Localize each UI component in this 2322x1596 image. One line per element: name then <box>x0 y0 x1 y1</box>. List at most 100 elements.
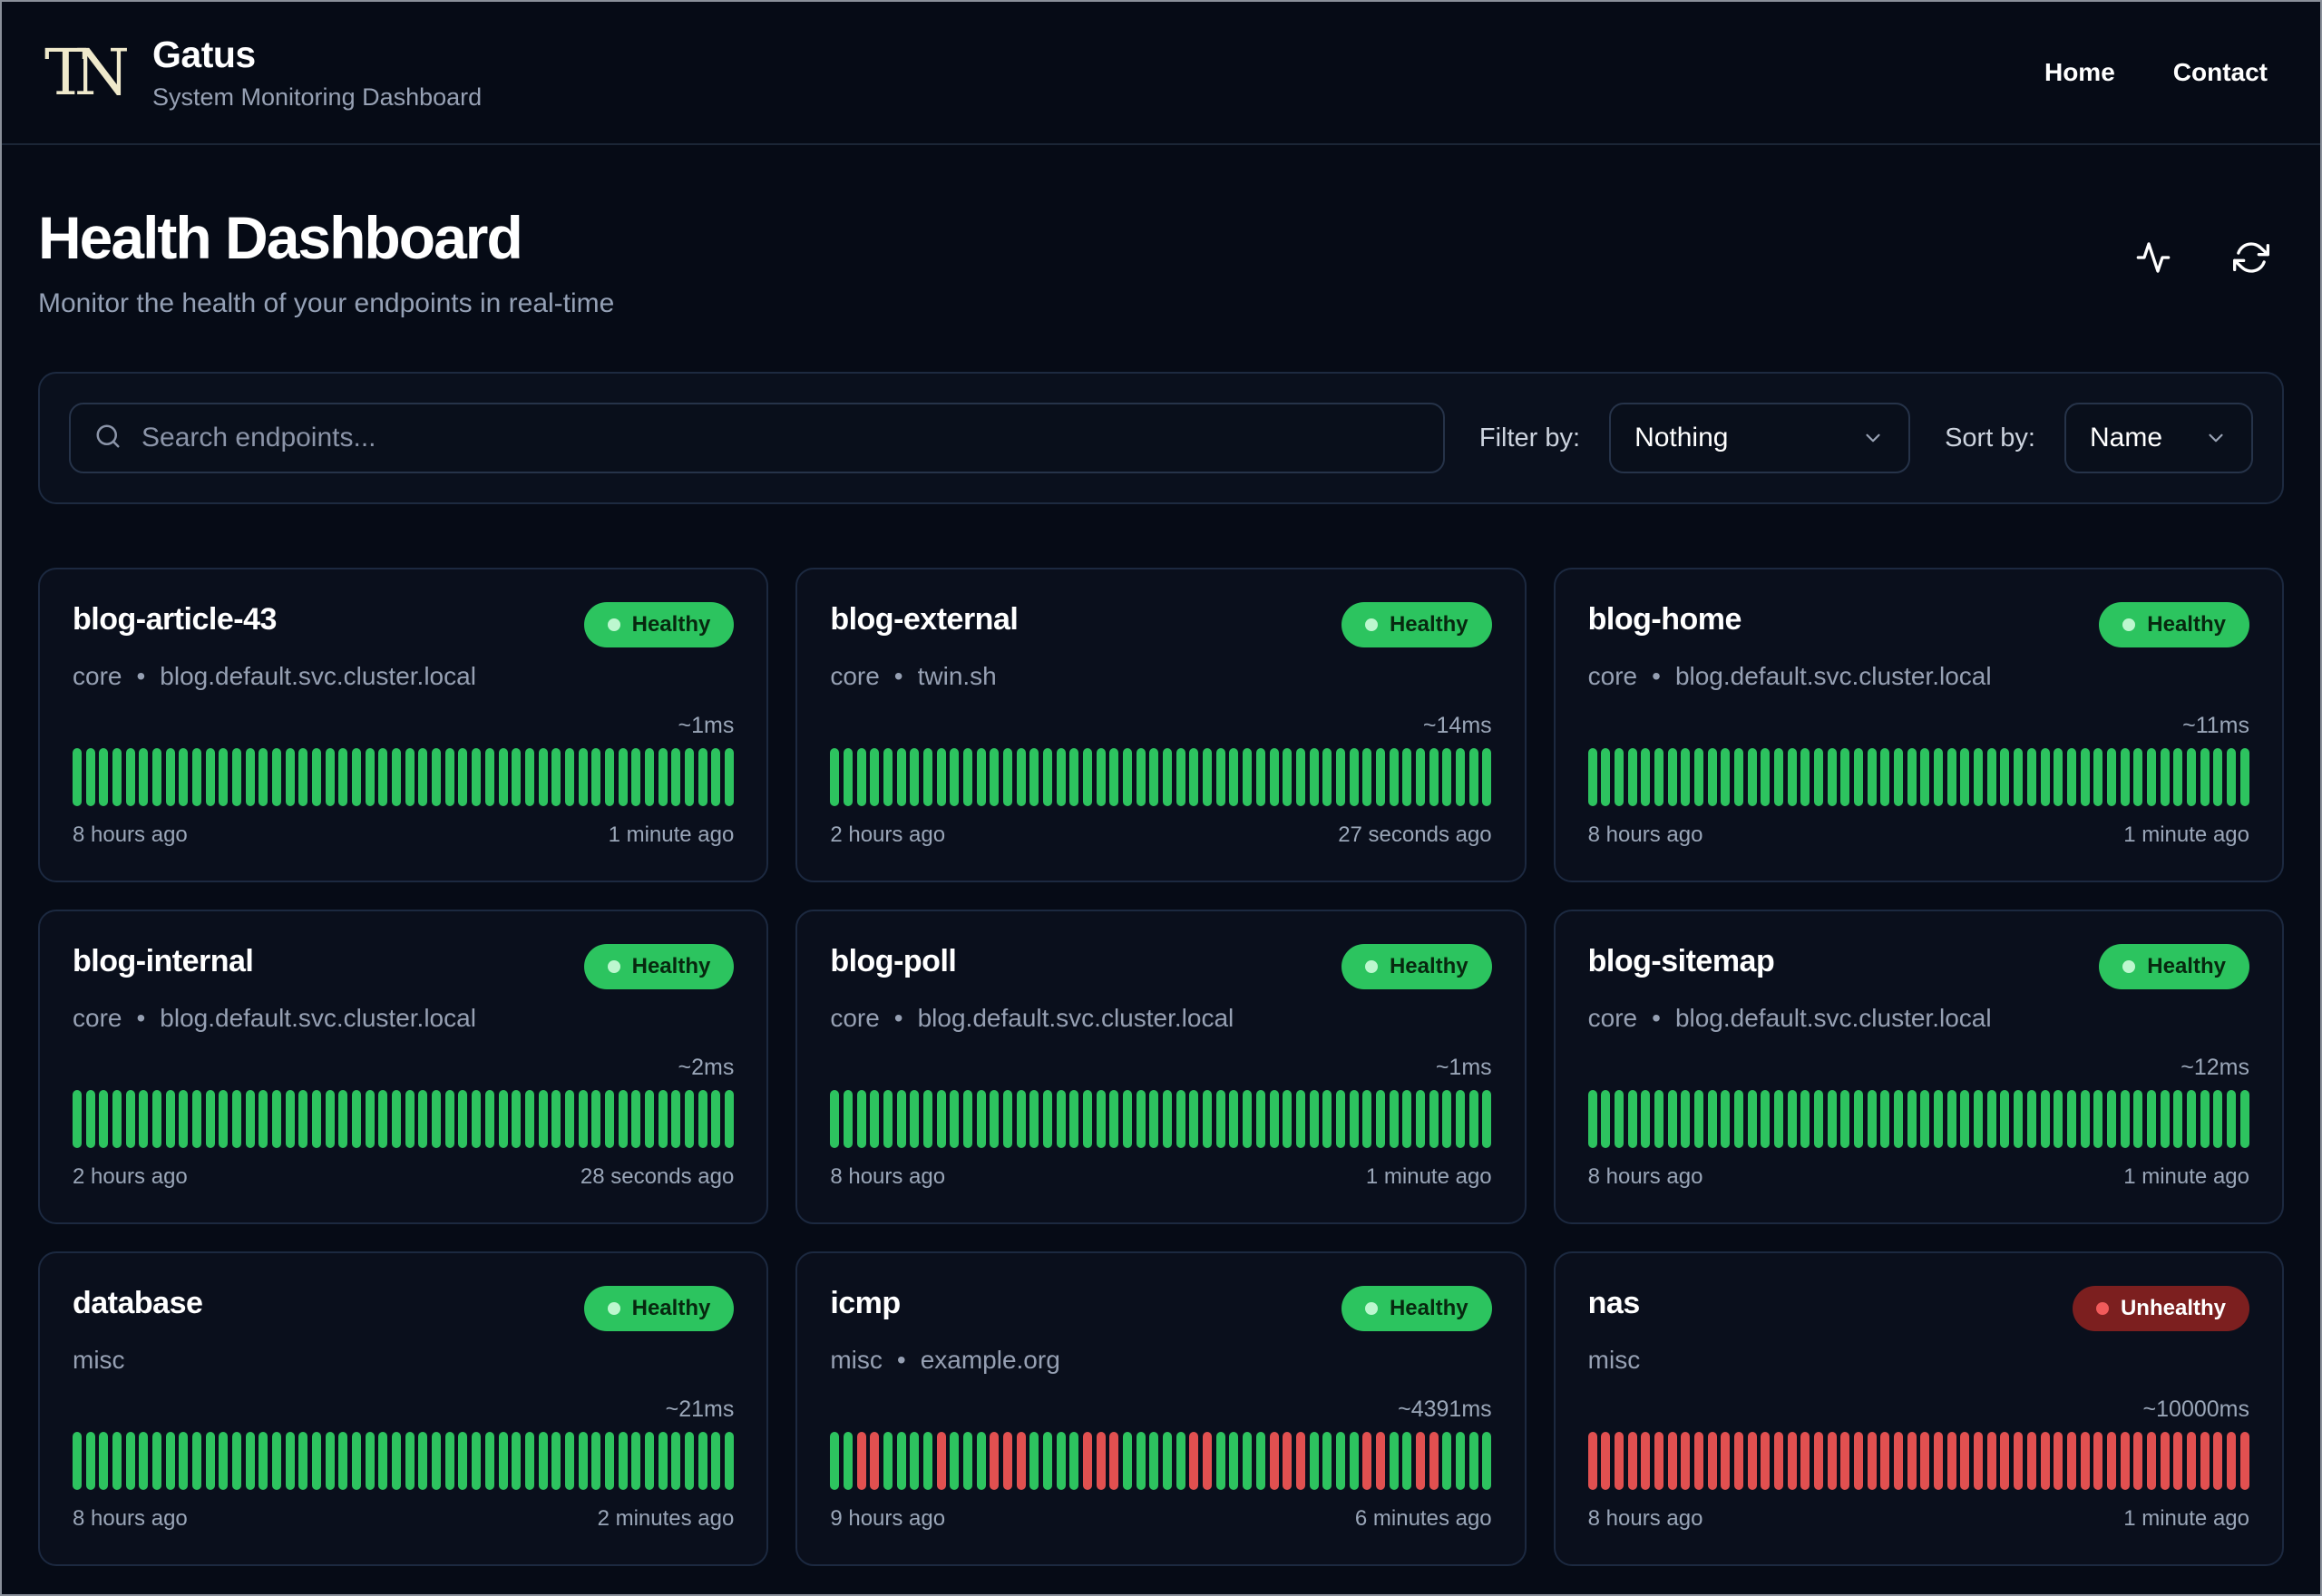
uptime-bar[interactable] <box>1907 1432 1917 1490</box>
uptime-bar[interactable] <box>1069 1090 1079 1148</box>
uptime-bar[interactable] <box>671 1432 681 1490</box>
uptime-bar[interactable] <box>1362 1432 1372 1490</box>
uptime-bar[interactable] <box>1974 1090 1984 1148</box>
uptime-bar[interactable] <box>165 1090 175 1148</box>
uptime-bar[interactable] <box>2093 1090 2103 1148</box>
uptime-bar[interactable] <box>1627 748 1637 806</box>
uptime-bar[interactable] <box>618 1432 628 1490</box>
uptime-bar[interactable] <box>724 1432 734 1490</box>
endpoint-card[interactable]: blog-article-43 Healthy core • blog.defa… <box>38 568 769 882</box>
uptime-bar[interactable] <box>444 1090 454 1148</box>
uptime-bar[interactable] <box>312 1090 322 1148</box>
uptime-bar[interactable] <box>1986 1090 1996 1148</box>
uptime-bar[interactable] <box>1800 748 1810 806</box>
uptime-bar[interactable] <box>2014 1090 2024 1148</box>
uptime-bar[interactable] <box>1681 1090 1691 1148</box>
uptime-bar[interactable] <box>910 748 920 806</box>
uptime-bar[interactable] <box>1123 1090 1133 1148</box>
uptime-bar[interactable] <box>312 748 322 806</box>
uptime-bar[interactable] <box>1269 748 1279 806</box>
uptime-bar[interactable] <box>923 1090 933 1148</box>
uptime-bar[interactable] <box>312 1432 322 1490</box>
uptime-bar[interactable] <box>2054 1090 2063 1148</box>
uptime-bar[interactable] <box>179 1090 189 1148</box>
uptime-bar[interactable] <box>1681 1432 1691 1490</box>
uptime-bar[interactable] <box>1109 748 1119 806</box>
uptime-bar[interactable] <box>990 1090 1000 1148</box>
uptime-bar[interactable] <box>2213 1090 2223 1148</box>
uptime-bar[interactable] <box>2000 1432 2010 1490</box>
uptime-bar[interactable] <box>259 1090 268 1148</box>
uptime-bar[interactable] <box>1814 1090 1824 1148</box>
uptime-bar[interactable] <box>1096 1432 1106 1490</box>
uptime-bar[interactable] <box>73 1090 82 1148</box>
uptime-bar[interactable] <box>139 748 149 806</box>
uptime-bar[interactable] <box>472 1432 482 1490</box>
uptime-bar[interactable] <box>2133 1432 2143 1490</box>
uptime-bar[interactable] <box>684 1090 694 1148</box>
uptime-bar[interactable] <box>936 1432 946 1490</box>
uptime-bar[interactable] <box>724 1090 734 1148</box>
uptime-bar[interactable] <box>923 1432 933 1490</box>
uptime-bar[interactable] <box>1056 1432 1066 1490</box>
nav-link-home[interactable]: Home <box>2044 58 2115 87</box>
uptime-bar[interactable] <box>658 1432 668 1490</box>
uptime-bar[interactable] <box>1295 748 1305 806</box>
uptime-bar[interactable] <box>205 1090 215 1148</box>
uptime-bar[interactable] <box>1402 1090 1412 1148</box>
uptime-bar[interactable] <box>1136 748 1146 806</box>
uptime-bar[interactable] <box>1707 1090 1717 1148</box>
uptime-bar[interactable] <box>1946 748 1956 806</box>
uptime-bar[interactable] <box>1029 1090 1039 1148</box>
uptime-bar[interactable] <box>564 1090 574 1148</box>
uptime-bar[interactable] <box>484 1432 494 1490</box>
uptime-bar[interactable] <box>1986 1432 1996 1490</box>
uptime-bar[interactable] <box>2120 748 2130 806</box>
uptime-bar[interactable] <box>1043 748 1053 806</box>
uptime-bar[interactable] <box>1375 748 1385 806</box>
uptime-bar[interactable] <box>192 748 202 806</box>
uptime-bar[interactable] <box>976 1090 986 1148</box>
uptime-bar[interactable] <box>458 1090 468 1148</box>
uptime-bar[interactable] <box>432 748 442 806</box>
uptime-bar[interactable] <box>1402 748 1412 806</box>
uptime-bar[interactable] <box>2160 1090 2170 1148</box>
uptime-bar[interactable] <box>219 748 229 806</box>
uptime-bar[interactable] <box>684 1432 694 1490</box>
uptime-bar[interactable] <box>232 748 242 806</box>
uptime-bar[interactable] <box>1654 1090 1664 1148</box>
uptime-bar[interactable] <box>1295 1432 1305 1490</box>
uptime-bar[interactable] <box>950 1432 960 1490</box>
uptime-bar[interactable] <box>990 748 1000 806</box>
uptime-bar[interactable] <box>179 748 189 806</box>
uptime-bar[interactable] <box>338 1432 348 1490</box>
uptime-bar[interactable] <box>644 1090 654 1148</box>
uptime-bar[interactable] <box>498 748 508 806</box>
uptime-bar[interactable] <box>631 1090 641 1148</box>
uptime-bar[interactable] <box>830 748 840 806</box>
uptime-bar[interactable] <box>1840 1432 1850 1490</box>
uptime-bar[interactable] <box>1349 1432 1359 1490</box>
uptime-bar[interactable] <box>2200 1090 2210 1148</box>
uptime-bar[interactable] <box>551 1432 561 1490</box>
uptime-bar[interactable] <box>219 1432 229 1490</box>
uptime-bar[interactable] <box>856 1090 866 1148</box>
uptime-bar[interactable] <box>1734 1432 1744 1490</box>
uptime-bar[interactable] <box>1096 748 1106 806</box>
uptime-bar[interactable] <box>1867 1432 1877 1490</box>
uptime-bar[interactable] <box>405 1432 415 1490</box>
uptime-bar[interactable] <box>2213 1432 2223 1490</box>
uptime-bar[interactable] <box>1243 1432 1253 1490</box>
uptime-bar[interactable] <box>591 1432 601 1490</box>
uptime-bar[interactable] <box>338 1090 348 1148</box>
uptime-bar[interactable] <box>1854 1432 1864 1490</box>
uptime-bar[interactable] <box>2200 1432 2210 1490</box>
uptime-bar[interactable] <box>1255 1432 1265 1490</box>
uptime-bar[interactable] <box>1946 1432 1956 1490</box>
uptime-bar[interactable] <box>219 1090 229 1148</box>
uptime-bar[interactable] <box>2133 1090 2143 1148</box>
uptime-bar[interactable] <box>1309 1090 1319 1148</box>
uptime-bar[interactable] <box>936 1090 946 1148</box>
uptime-bar[interactable] <box>444 748 454 806</box>
uptime-bar[interactable] <box>2054 1432 2063 1490</box>
